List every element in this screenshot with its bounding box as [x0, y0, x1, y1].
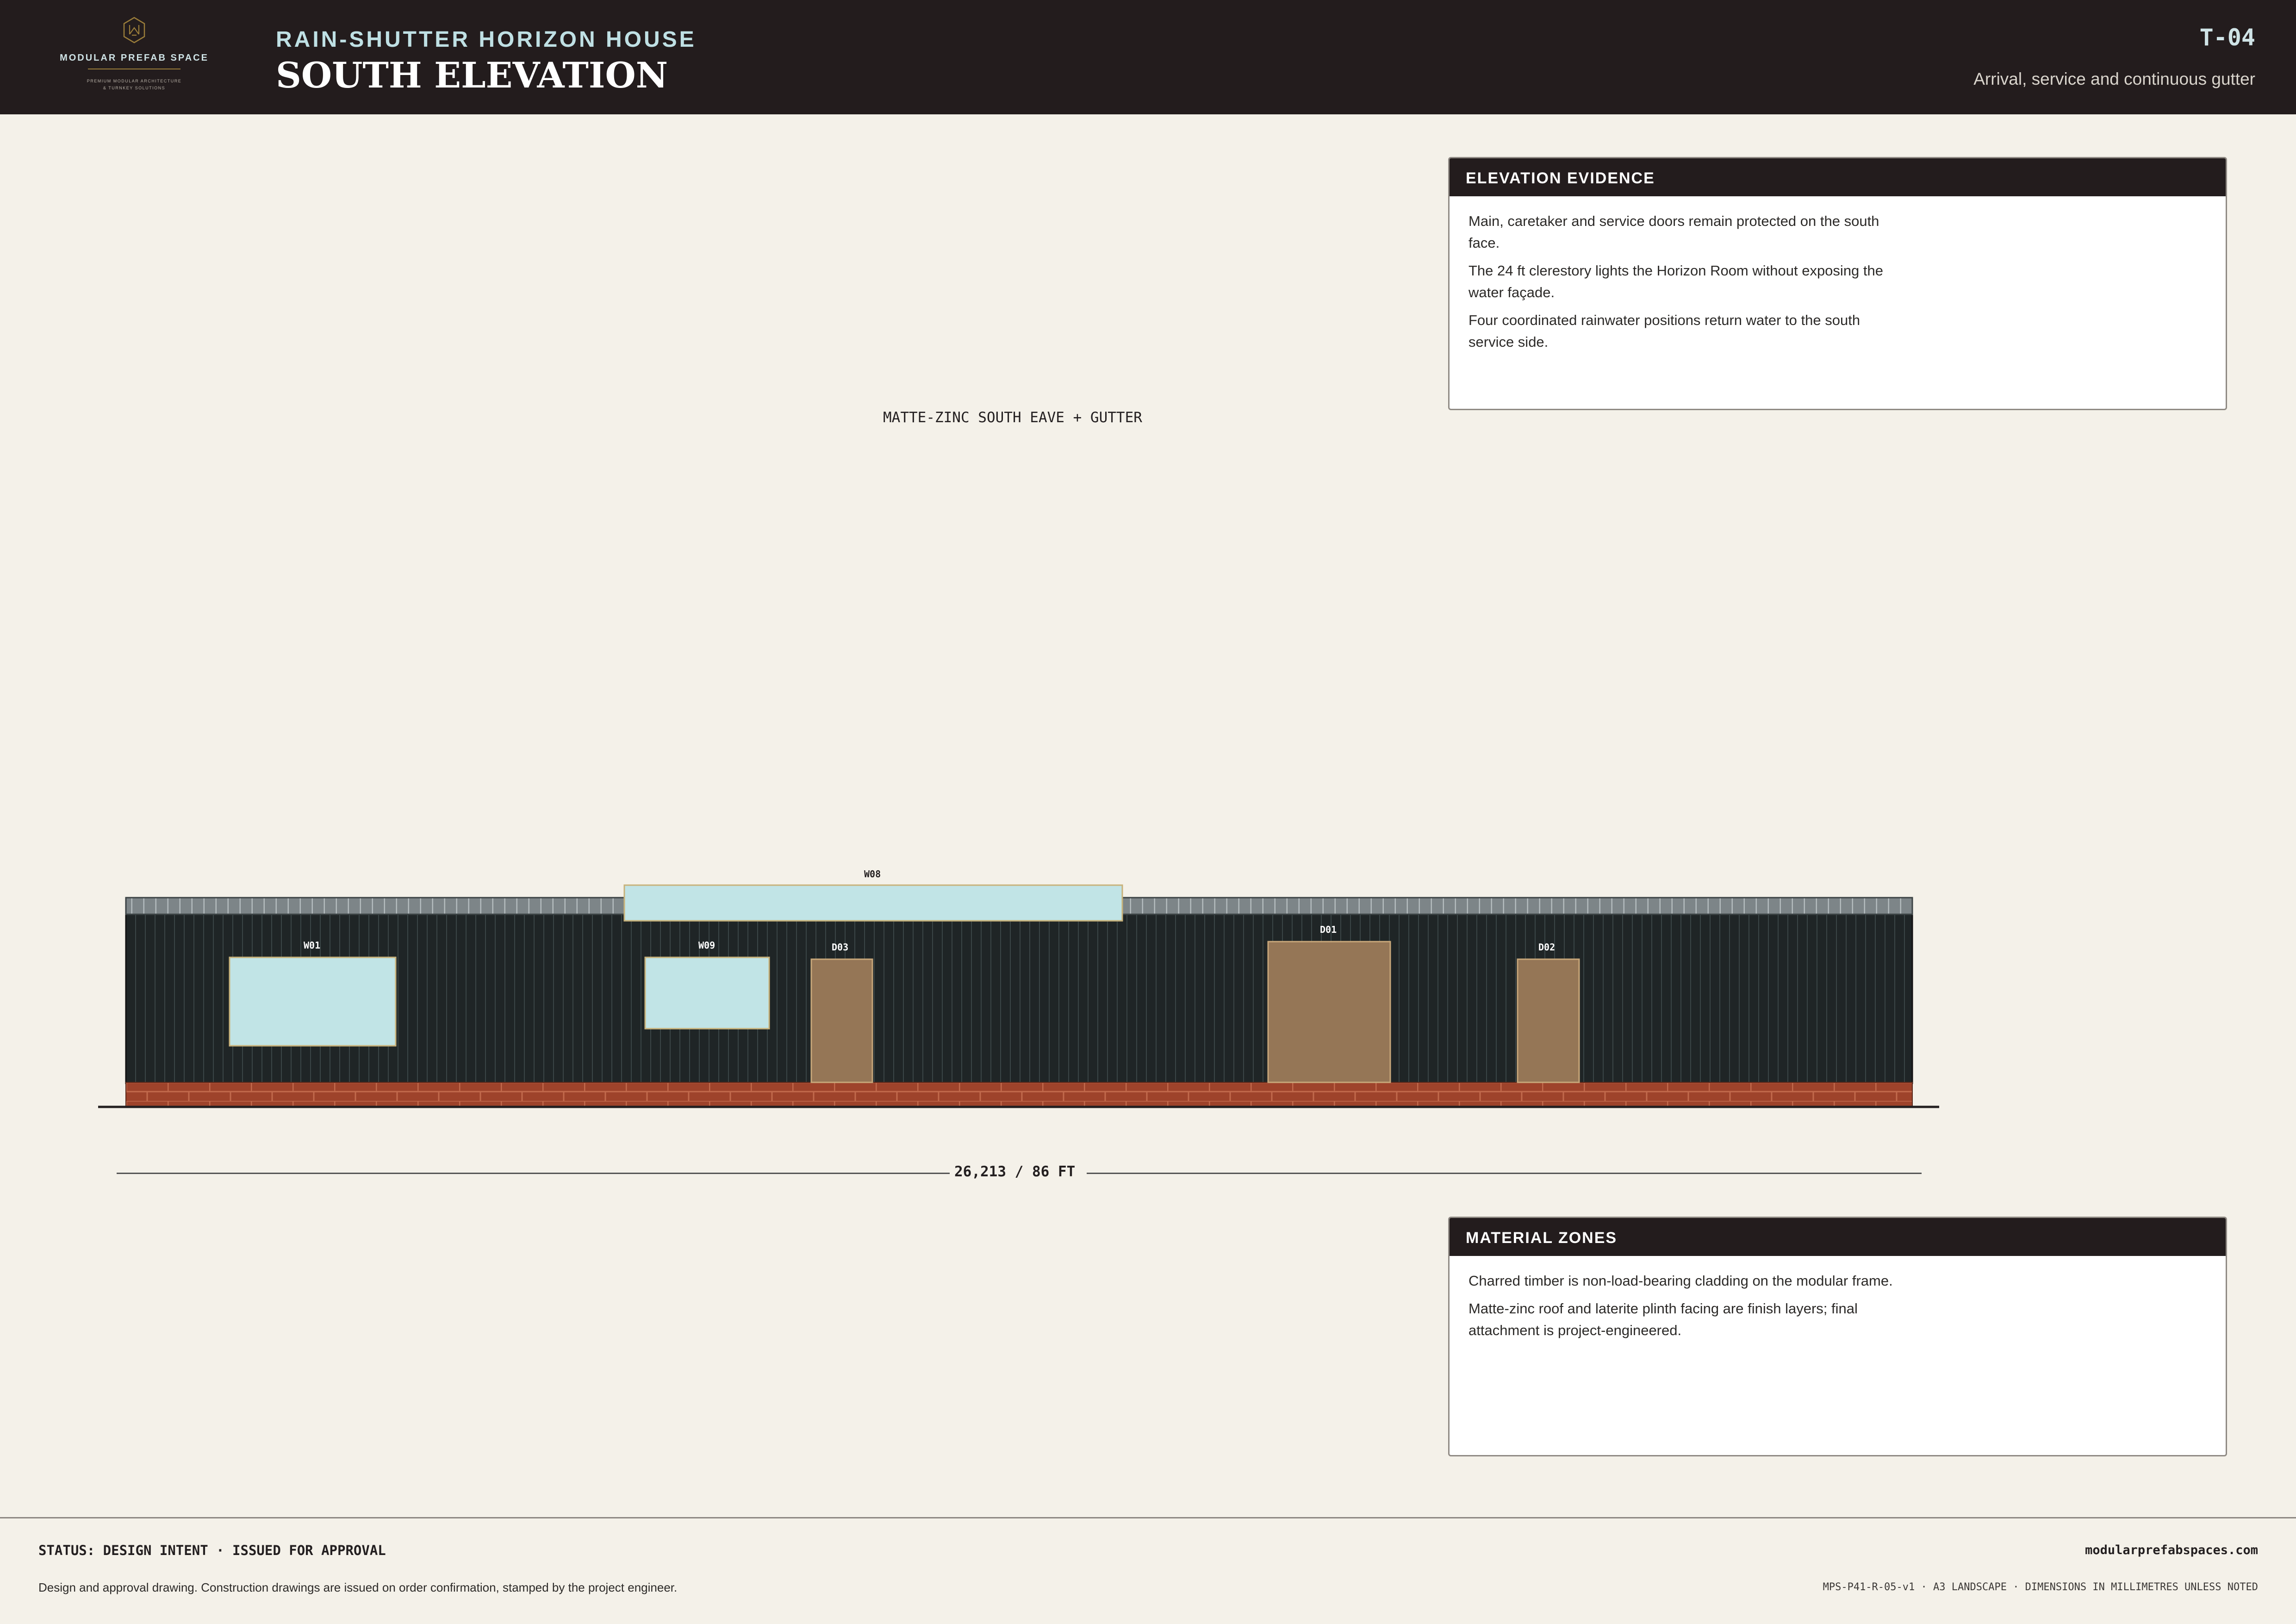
door-d02 — [1517, 958, 1580, 1083]
material-zones-heading: MATERIAL ZONES — [1450, 1218, 2226, 1256]
dimension-line-left — [117, 1173, 950, 1174]
clerestory-window-w08 — [623, 884, 1123, 922]
material-note: Charred timber is non-load-bearing cladd… — [1468, 1273, 1893, 1289]
drawing-status: STATUS: DESIGN INTENT · ISSUED FOR APPRO… — [38, 1543, 386, 1558]
material-note: Matte-zinc roof and laterite plinth faci… — [1468, 1300, 1858, 1338]
tag-d01: D01 — [1320, 924, 1337, 935]
tag-w08: W08 — [864, 868, 881, 880]
door-d01 — [1267, 941, 1391, 1083]
website-link[interactable]: modularprefabspaces.com — [2085, 1543, 2258, 1557]
laterite-plinth — [125, 1082, 1913, 1107]
overall-dimension: 26,213 / 86 FT — [954, 1163, 1076, 1180]
door-d03 — [810, 958, 873, 1083]
dimension-line-right — [1087, 1173, 1922, 1174]
footer-divider — [0, 1517, 2296, 1518]
tag-w09: W09 — [698, 940, 716, 951]
drawing-reference: MPS-P41-R-05-v1 · A3 LANDSCAPE · DIMENSI… — [1823, 1581, 2258, 1593]
material-zones-panel: MATERIAL ZONES Charred timber is non-loa… — [1448, 1217, 2227, 1456]
south-elevation-drawing — [98, 884, 1939, 1108]
tag-d03: D03 — [832, 942, 849, 953]
tag-d02: D02 — [1538, 942, 1556, 953]
window-w01 — [229, 956, 397, 1047]
footer-disclaimer: Design and approval drawing. Constructio… — [38, 1580, 678, 1594]
window-w09 — [644, 956, 770, 1030]
tag-w01: W01 — [304, 940, 321, 951]
